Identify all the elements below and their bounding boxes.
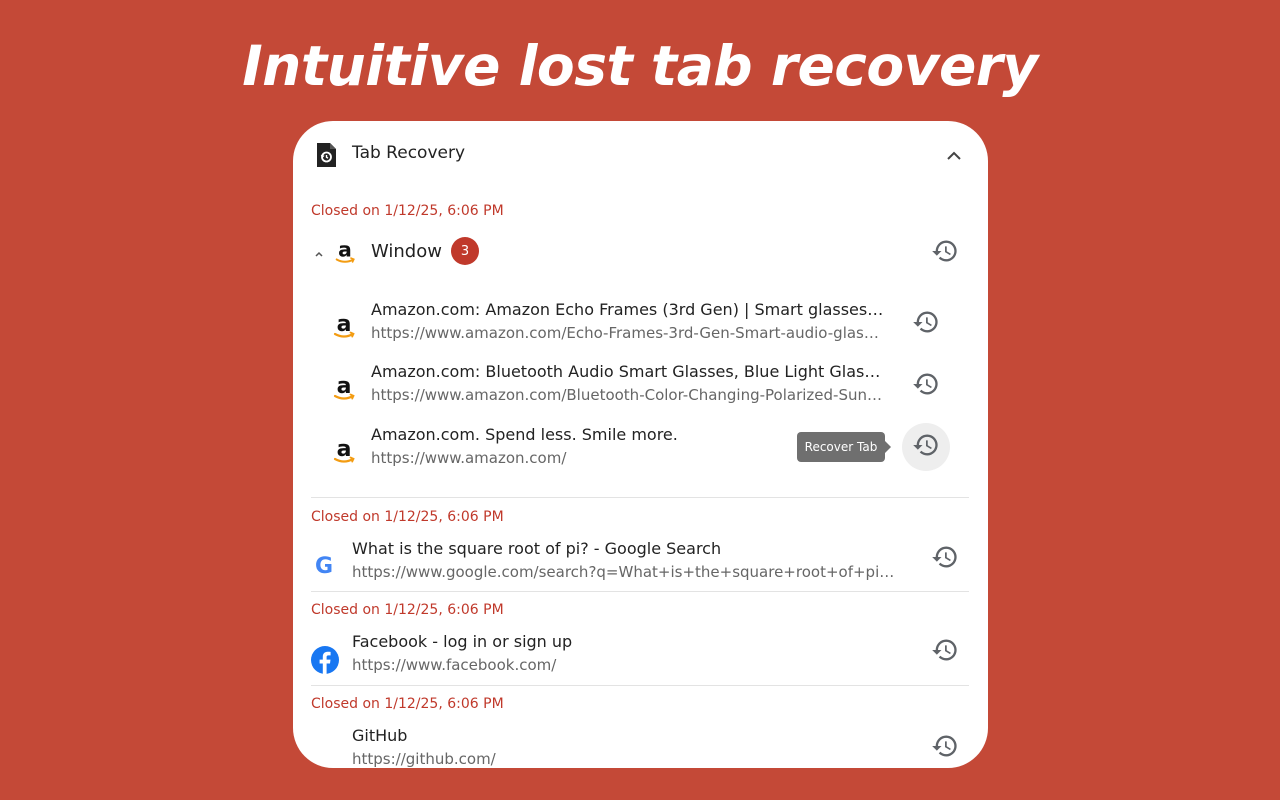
restore-window-button[interactable] bbox=[921, 229, 969, 277]
headline: Intuitive lost tab recovery bbox=[242, 34, 1038, 98]
tab-row[interactable]: G What is the square root of pi? - Googl… bbox=[293, 539, 988, 599]
tab-recovery-panel: Tab Recovery Closed on 1/12/25, 6:06 PM … bbox=[293, 121, 988, 768]
recover-tab-tooltip: Recover Tab bbox=[797, 432, 891, 462]
amazon-icon bbox=[331, 437, 357, 467]
tab-row[interactable]: Amazon.com: Amazon Echo Frames (3rd Gen)… bbox=[293, 300, 988, 360]
tab-url: https://www.amazon.com/ bbox=[371, 449, 567, 467]
tab-url: https://www.amazon.com/Echo-Frames-3rd-G… bbox=[371, 324, 885, 342]
chevron-up-icon bbox=[946, 146, 962, 165]
tab-row[interactable]: GitHub https://github.com/ bbox=[293, 726, 988, 768]
history-icon bbox=[931, 237, 959, 269]
tab-url: https://www.facebook.com/ bbox=[352, 656, 557, 674]
divider bbox=[311, 685, 969, 686]
tab-title: GitHub bbox=[352, 726, 408, 745]
closed-timestamp: Closed on 1/12/25, 6:06 PM bbox=[311, 509, 504, 525]
tab-title: What is the square root of pi? - Google … bbox=[352, 539, 722, 558]
tab-url: https://www.google.com/search?q=What+is+… bbox=[352, 563, 908, 581]
tab-row[interactable]: Facebook - log in or sign up https://www… bbox=[293, 632, 988, 692]
collapse-button[interactable] bbox=[941, 145, 967, 165]
panel-header: Tab Recovery bbox=[293, 121, 988, 187]
chevron-up-icon[interactable] bbox=[313, 245, 325, 257]
amazon-icon bbox=[333, 238, 357, 268]
closed-timestamp: Closed on 1/12/25, 6:06 PM bbox=[311, 203, 504, 219]
history-icon bbox=[931, 732, 959, 764]
tab-title: Amazon.com: Bluetooth Audio Smart Glasse… bbox=[371, 362, 885, 381]
amazon-icon bbox=[331, 312, 357, 342]
recover-tab-button[interactable] bbox=[921, 628, 969, 676]
amazon-icon bbox=[331, 374, 357, 404]
panel-title: Tab Recovery bbox=[352, 143, 466, 163]
history-icon bbox=[912, 370, 940, 402]
window-group-row[interactable]: Window 3 bbox=[293, 233, 988, 273]
history-icon bbox=[931, 636, 959, 668]
divider bbox=[311, 591, 969, 592]
closed-timestamp: Closed on 1/12/25, 6:06 PM bbox=[311, 602, 504, 618]
tab-url: https://www.amazon.com/Bluetooth-Color-C… bbox=[371, 386, 885, 404]
github-icon bbox=[311, 738, 337, 768]
facebook-icon bbox=[311, 644, 339, 674]
tab-count-badge: 3 bbox=[451, 237, 479, 265]
tab-title: Amazon.com. Spend less. Smile more. bbox=[371, 425, 678, 444]
divider bbox=[311, 497, 969, 498]
closed-timestamp: Closed on 1/12/25, 6:06 PM bbox=[311, 696, 504, 712]
history-icon bbox=[912, 308, 940, 340]
history-icon bbox=[931, 543, 959, 575]
google-icon: G bbox=[311, 551, 337, 581]
svg-text:G: G bbox=[315, 554, 333, 579]
tab-title: Amazon.com: Amazon Echo Frames (3rd Gen)… bbox=[371, 300, 885, 319]
recover-tab-button[interactable] bbox=[921, 724, 969, 768]
file-restore-icon bbox=[314, 142, 338, 168]
history-icon bbox=[912, 431, 940, 463]
tab-row[interactable]: Amazon.com: Bluetooth Audio Smart Glasse… bbox=[293, 362, 988, 422]
tab-url: https://github.com/ bbox=[352, 750, 496, 768]
window-title: Window bbox=[371, 241, 442, 262]
recover-tab-button[interactable] bbox=[902, 423, 950, 471]
recover-tab-button[interactable] bbox=[921, 535, 969, 583]
tab-title: Facebook - log in or sign up bbox=[352, 632, 573, 651]
recover-tab-button[interactable] bbox=[902, 300, 950, 348]
recover-tab-button[interactable] bbox=[902, 362, 950, 410]
